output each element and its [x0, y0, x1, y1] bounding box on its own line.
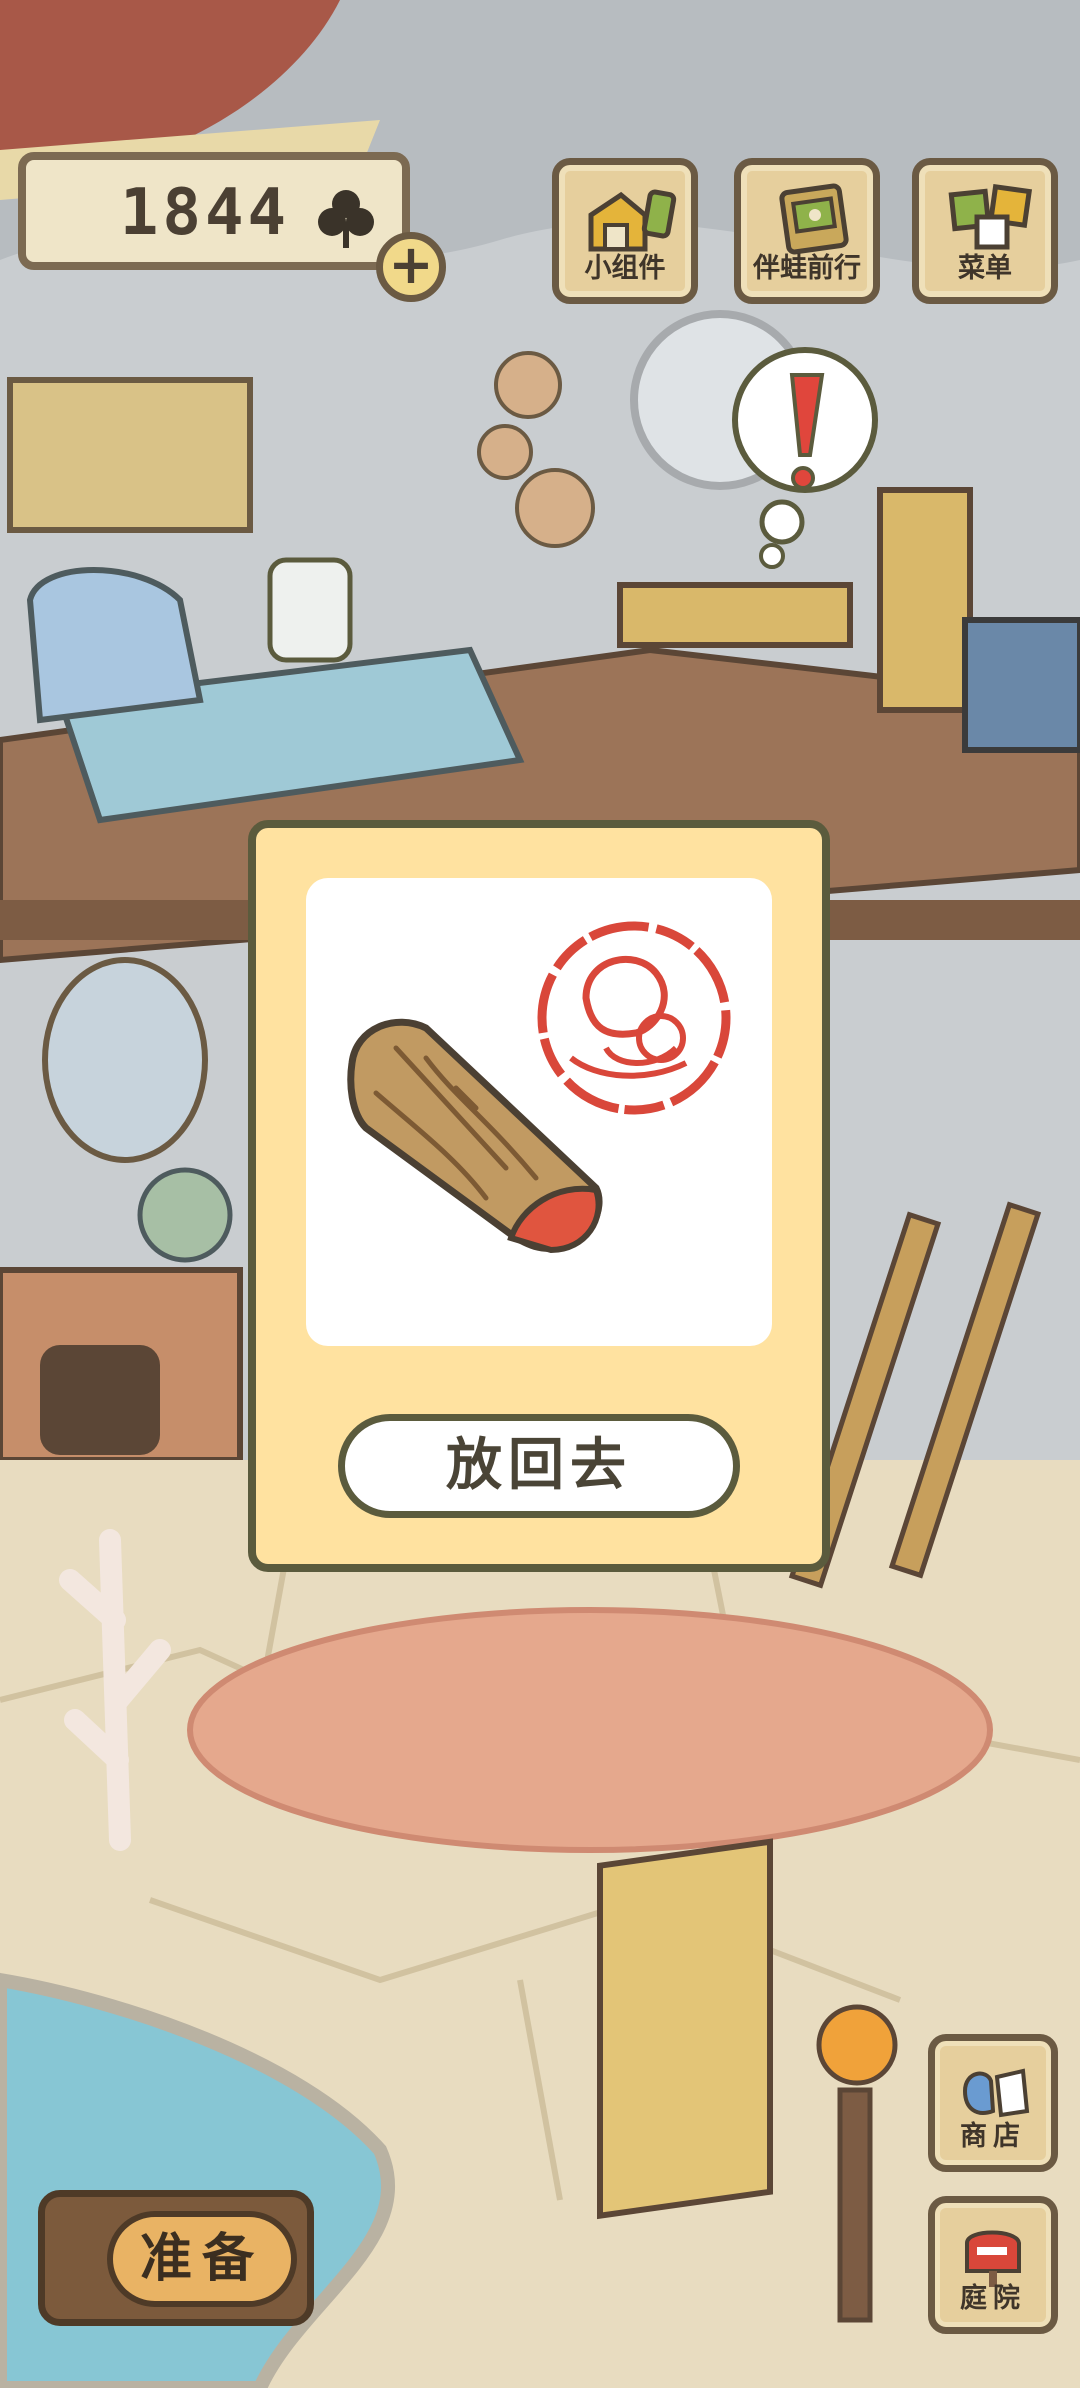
- frog-stamp-icon: [537, 921, 731, 1115]
- clover-icon: [318, 190, 374, 248]
- frog-journey-button[interactable]: 伴蛙前行: [734, 158, 880, 304]
- clover-count: 1844: [119, 176, 290, 250]
- clover-counter: 1844: [18, 152, 410, 270]
- menu-button[interactable]: 菜单: [912, 158, 1058, 304]
- yard-button[interactable]: 庭院: [928, 2196, 1058, 2334]
- shop-label: 商店: [960, 2121, 1026, 2152]
- add-clover-button[interactable]: +: [376, 232, 446, 302]
- menu-label: 菜单: [958, 253, 1012, 284]
- prepare-button[interactable]: 准备: [38, 2190, 314, 2326]
- item-card: [306, 878, 772, 1346]
- yard-label: 庭院: [960, 2283, 1026, 2314]
- shop-button[interactable]: 商店: [928, 2034, 1058, 2172]
- frog-journey-label: 伴蛙前行: [753, 253, 861, 284]
- widget-label: 小组件: [584, 253, 666, 284]
- wood-log-icon: [347, 1018, 603, 1254]
- prepare-label: 准备: [107, 2211, 297, 2307]
- item-illustration: [347, 921, 731, 1254]
- item-dialog: 放回去: [248, 820, 830, 1572]
- put-back-button[interactable]: 放回去: [338, 1414, 740, 1518]
- widget-button[interactable]: 小组件: [552, 158, 698, 304]
- plus-icon: +: [388, 233, 434, 296]
